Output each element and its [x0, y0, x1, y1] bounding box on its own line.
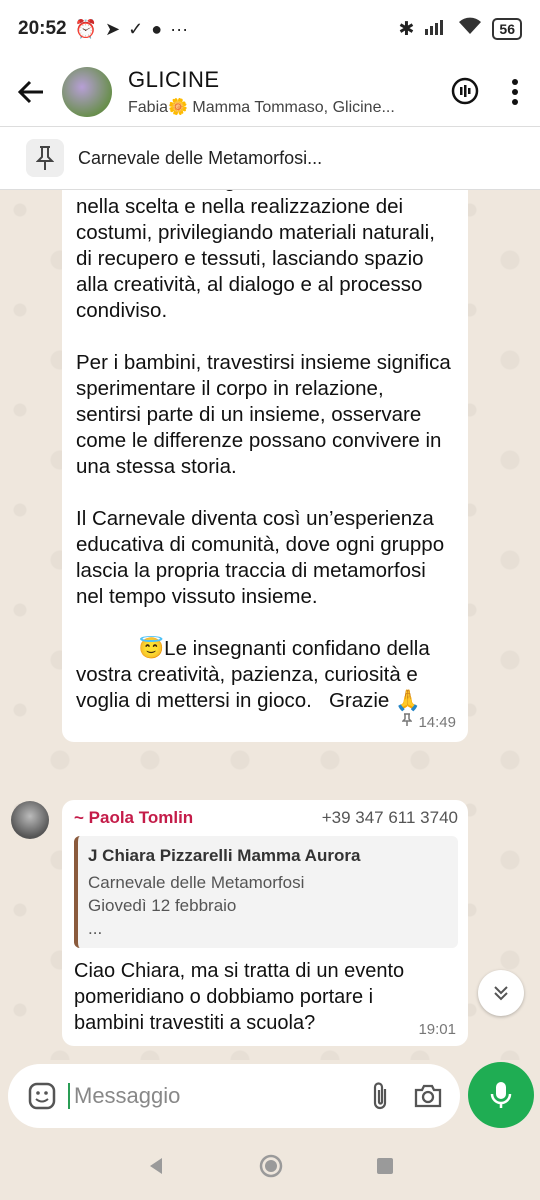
back-arrow-icon[interactable] [0, 61, 62, 123]
group-avatar[interactable] [62, 67, 112, 117]
chat-info[interactable]: GLICINE Fabia🌼 Mamma Tommaso, Glicine... [128, 67, 440, 117]
bluetooth-icon: ✱ [398, 18, 415, 40]
quoted-message[interactable]: J Chiara Pizzarelli Mamma Aurora Carneva… [74, 836, 458, 948]
pinned-text: Carnevale delle Metamorfosi... [78, 147, 323, 168]
quoted-author: J Chiara Pizzarelli Mamma Aurora [88, 846, 361, 865]
pinned-message-bar[interactable]: Carnevale delle Metamorfosi... [0, 126, 540, 190]
message-composer [8, 1064, 460, 1128]
mic-icon[interactable] [468, 1062, 534, 1128]
wifi-icon [458, 17, 482, 41]
sticker-icon[interactable] [24, 1076, 60, 1116]
sender-avatar[interactable] [11, 801, 49, 839]
nav-back-icon[interactable] [146, 1156, 166, 1181]
message-input[interactable] [68, 1083, 362, 1109]
quoted-ellipsis: ... [88, 919, 103, 938]
app-circle-icon: ● [151, 18, 163, 39]
message-text: Ciao Chiara, ma si tratta di un evento p… [74, 960, 405, 1034]
attach-icon[interactable] [362, 1076, 398, 1116]
camera-icon[interactable] [410, 1076, 446, 1116]
message-paragraph: Il Carnevale diventa così un’esperienza … [76, 507, 445, 608]
message-header: ~ Paola Tomlin +39 347 611 3740 [74, 808, 458, 828]
chevron-double-down-icon[interactable] [478, 970, 524, 1016]
sender-phone: +39 347 611 3740 [321, 808, 458, 827]
chat-title: GLICINE [128, 67, 220, 92]
voice-chat-icon[interactable] [440, 67, 490, 117]
pinned-indicator-icon [401, 710, 414, 736]
quoted-line: Carnevale delle Metamorfosi [88, 873, 305, 892]
alarm-icon: ⏰ [74, 18, 98, 39]
signal-icon [424, 17, 448, 41]
message-bubble[interactable]: Invitiamo le famiglie a collaborare tra … [62, 190, 468, 742]
message-paragraph: Invitiamo le famiglie a collaborare tra … [76, 190, 450, 322]
message-bubble-reply[interactable]: ~ Paola Tomlin +39 347 611 3740 J Chiara… [62, 800, 468, 1046]
telegram-icon: ➤ [105, 18, 121, 39]
sender-name[interactable]: ~ Paola Tomlin [74, 808, 193, 828]
notification-icons: ⏰ ➤ ✓ ● ··· [75, 19, 188, 40]
system-icons: ✱ 56 [398, 17, 522, 41]
message-time: 14:49 [418, 714, 456, 731]
chat-area[interactable]: Invitiamo le famiglie a collaborare tra … [0, 190, 540, 1060]
app-icon: ✓ [128, 18, 144, 39]
message-paragraph: Per i bambini, travestirsi insieme signi… [76, 351, 451, 478]
quoted-line: Giovedì 12 febbraio [88, 896, 237, 915]
status-time: 20:52 [18, 18, 67, 39]
more-notifications-icon: ··· [170, 18, 189, 39]
nav-recents-icon[interactable] [376, 1157, 394, 1180]
more-vert-icon[interactable] [490, 67, 540, 117]
message-closing: 😇Le insegnanti confidano della vostra cr… [76, 637, 436, 712]
battery-icon: 56 [492, 18, 522, 40]
pin-icon [26, 139, 64, 177]
chat-subtitle: Fabia🌼 Mamma Tommaso, Glicine... [128, 99, 395, 116]
status-bar: 20:52 ⏰ ➤ ✓ ● ··· ✱ 56 [0, 0, 540, 58]
message-meta: 14:49 [401, 710, 456, 736]
nav-home-icon[interactable] [258, 1153, 284, 1184]
system-navigation-bar [0, 1136, 540, 1200]
message-time: 19:01 [418, 1021, 456, 1038]
chat-header: GLICINE Fabia🌼 Mamma Tommaso, Glicine... [0, 58, 540, 126]
